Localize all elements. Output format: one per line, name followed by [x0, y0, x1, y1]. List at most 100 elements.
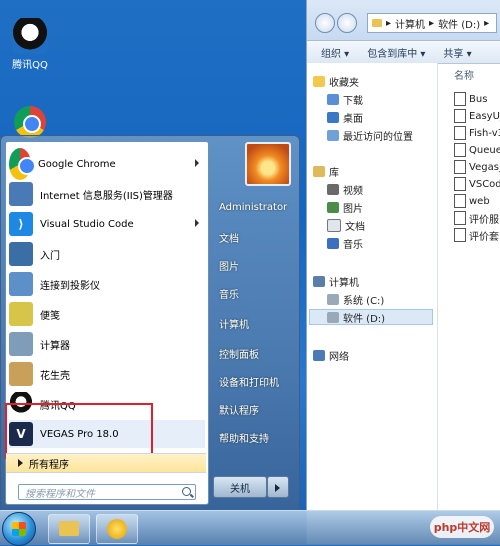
breadcrumb-computer[interactable]: 计算机: [395, 16, 425, 31]
folder-icon: [59, 521, 79, 536]
file-item[interactable]: Bus: [454, 91, 487, 107]
nav-downloads[interactable]: 下载: [327, 91, 363, 107]
file-item[interactable]: 评价套: [454, 227, 499, 243]
nav-documents[interactable]: 文档: [327, 217, 365, 233]
link-documents[interactable]: 文档: [219, 230, 239, 245]
program-peanut-shell[interactable]: 花生壳: [9, 360, 205, 388]
iis-manager-icon: [9, 182, 33, 206]
drive-icon: [327, 293, 339, 305]
peanut-shell-icon: [9, 362, 33, 386]
organize-button[interactable]: 组织 ▾: [321, 45, 349, 60]
start-button[interactable]: [2, 512, 36, 546]
nav-drive-c[interactable]: 系统 (C:): [327, 291, 384, 307]
file-item[interactable]: web: [454, 193, 490, 209]
projector-icon: [9, 272, 33, 296]
picture-icon: [327, 201, 339, 213]
recent-places-icon: [327, 129, 339, 141]
desktop-icon-label: 腾讯QQ: [12, 60, 48, 71]
file-list: 名称 Bus EasyU_ Fish-v3 Queue Vegas_ VSCod…: [438, 63, 500, 544]
calculator-icon: [9, 332, 33, 356]
taskbar: [0, 510, 500, 546]
taskbar-app-button[interactable]: [96, 514, 138, 544]
file-item[interactable]: VSCode: [454, 176, 500, 192]
link-default-programs[interactable]: 默认程序: [219, 402, 259, 417]
submenu-arrow-icon[interactable]: [195, 159, 199, 167]
address-bar[interactable]: ▸ 计算机 ▸ 软件 (D:) ▸: [367, 13, 497, 33]
drive-icon: [327, 311, 339, 323]
include-in-library-button[interactable]: 包含到库中 ▾: [367, 45, 425, 60]
programs-pane: Google Chrome Internet 信息服务(IIS)管理器 ⟩ Vi…: [5, 141, 209, 505]
file-icon: [454, 143, 466, 157]
link-help-support[interactable]: 帮助和支持: [219, 430, 269, 445]
video-icon: [327, 183, 339, 195]
nav-favorites[interactable]: 收藏夹: [313, 73, 359, 89]
nav-pictures[interactable]: 图片: [327, 199, 363, 215]
vscode-icon: ⟩: [9, 212, 33, 236]
folder-icon: [372, 19, 382, 27]
file-item[interactable]: Fish-v3: [454, 125, 500, 141]
highlight-box: [5, 403, 153, 459]
link-devices-printers[interactable]: 设备和打印机: [219, 374, 279, 389]
program-projector[interactable]: 连接到投影仪: [9, 270, 205, 298]
link-music[interactable]: 音乐: [219, 286, 239, 301]
triangle-right-icon: [18, 459, 23, 467]
program-google-chrome[interactable]: Google Chrome: [9, 148, 205, 180]
nav-videos[interactable]: 视频: [327, 181, 363, 197]
all-programs-button[interactable]: 所有程序: [6, 453, 206, 473]
navigation-pane: 收藏夹 下载 桌面 最近访问的位置 库 视频 图片 文档 音乐 计算机 系统 (…: [307, 63, 438, 544]
link-control-panel[interactable]: 控制面板: [219, 346, 259, 361]
link-administrator[interactable]: Administrator: [219, 202, 287, 213]
file-icon: [454, 126, 466, 140]
file-icon: [454, 194, 466, 208]
nav-computer[interactable]: 计算机: [313, 273, 359, 289]
user-avatar[interactable]: [245, 142, 291, 186]
taskbar-explorer-button[interactable]: [48, 514, 90, 544]
submenu-arrow-icon[interactable]: [195, 219, 199, 227]
start-menu: Google Chrome Internet 信息服务(IIS)管理器 ⟩ Vi…: [0, 135, 300, 511]
explorer-titlebar: ▸ 计算机 ▸ 软件 (D:) ▸: [307, 0, 500, 41]
file-icon: [454, 92, 466, 106]
search-icon[interactable]: [182, 487, 191, 496]
qq-penguin-icon: [12, 18, 48, 54]
link-pictures[interactable]: 图片: [219, 258, 239, 273]
watermark-text: 软件技巧: [356, 486, 436, 510]
file-item[interactable]: Queue: [454, 142, 500, 158]
program-sticky-notes[interactable]: 便笺: [9, 300, 205, 328]
file-icon: [454, 177, 466, 191]
program-calculator[interactable]: 计算器: [9, 330, 205, 358]
file-item[interactable]: 评价服: [454, 210, 499, 226]
program-iis-manager[interactable]: Internet 信息服务(IIS)管理器: [9, 180, 205, 208]
nav-recent-places[interactable]: 最近访问的位置: [327, 127, 413, 143]
share-button[interactable]: 共享 ▾: [443, 45, 471, 60]
link-computer[interactable]: 计算机: [219, 316, 249, 331]
column-header-name[interactable]: 名称: [454, 67, 474, 82]
file-item[interactable]: Vegas_: [454, 159, 500, 175]
shutdown-button[interactable]: 关机: [213, 476, 267, 498]
file-item[interactable]: EasyU_: [454, 108, 500, 124]
explorer-toolbar: 组织 ▾ 包含到库中 ▾ 共享 ▾: [307, 41, 500, 64]
desktop-icon-qq[interactable]: 腾讯QQ: [0, 18, 60, 71]
back-button[interactable]: [315, 13, 335, 33]
library-icon: [313, 165, 325, 177]
nav-network[interactable]: 网络: [313, 347, 349, 363]
program-vscode[interactable]: ⟩ Visual Studio Code: [9, 210, 205, 238]
nav-desktop[interactable]: 桌面: [327, 109, 363, 125]
desktop-icon: [327, 111, 339, 123]
nav-drive-d[interactable]: 软件 (D:): [309, 309, 433, 325]
computer-icon: [313, 275, 325, 287]
program-getting-started[interactable]: 入门: [9, 240, 205, 268]
search-input[interactable]: 搜索程序和文件: [18, 484, 196, 500]
nav-music[interactable]: 音乐: [327, 235, 363, 251]
site-logo: php中文网: [430, 516, 494, 538]
forward-button[interactable]: [337, 13, 357, 33]
star-icon: [313, 75, 325, 87]
file-icon: [454, 228, 466, 242]
download-icon: [327, 93, 339, 105]
nav-libraries[interactable]: 库: [313, 163, 339, 179]
document-icon: [327, 218, 341, 232]
chrome-icon: [14, 106, 46, 138]
music-icon: [327, 237, 339, 249]
breadcrumb-drive[interactable]: 软件 (D:): [438, 16, 480, 31]
shutdown-options-button[interactable]: [267, 476, 289, 498]
file-icon: [454, 211, 466, 225]
